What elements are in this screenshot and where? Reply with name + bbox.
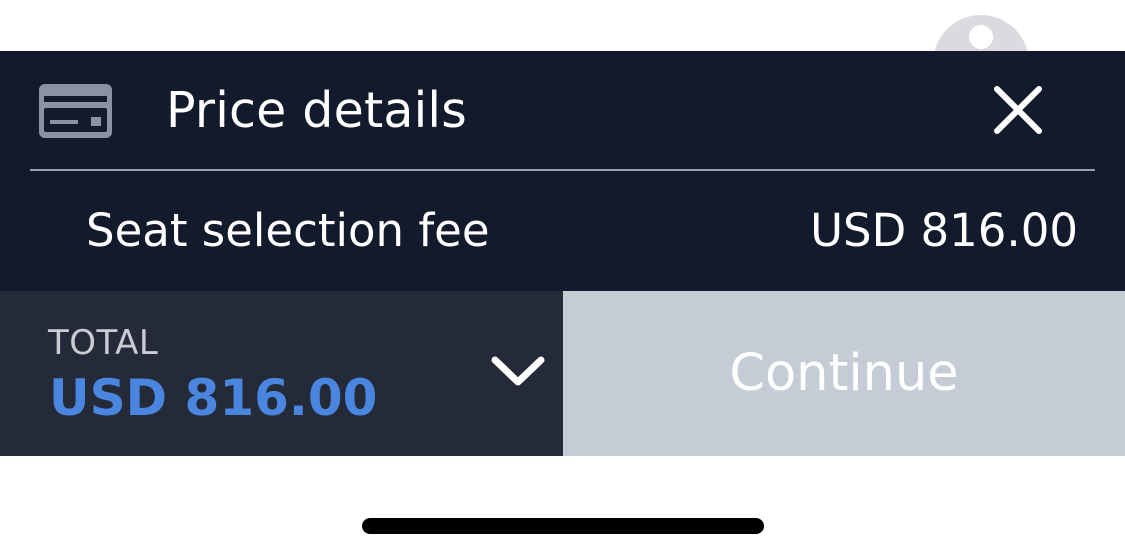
credit-card-icon xyxy=(39,84,112,138)
total-amount: USD 816.00 xyxy=(49,369,378,427)
checkout-footer: TOTAL USD 816.00 Continue xyxy=(0,291,1125,456)
close-button[interactable] xyxy=(985,77,1051,143)
home-indicator[interactable] xyxy=(362,518,764,534)
total-summary-toggle[interactable]: TOTAL USD 816.00 xyxy=(0,291,563,456)
fee-amount: USD 816.00 xyxy=(810,204,1078,257)
price-details-sheet: Price details Seat selection fee USD 816… xyxy=(0,51,1125,291)
close-icon xyxy=(994,86,1042,134)
page-title: Price details xyxy=(166,82,467,139)
avatar-head-shape xyxy=(969,25,993,49)
continue-button-label: Continue xyxy=(729,343,959,403)
fee-label: Seat selection fee xyxy=(86,204,490,257)
total-label: TOTAL xyxy=(48,323,159,363)
sheet-header: Price details xyxy=(0,51,1125,171)
fee-line-item: Seat selection fee USD 816.00 xyxy=(0,171,1125,291)
chevron-down-icon[interactable] xyxy=(489,354,547,388)
screen: Price details Seat selection fee USD 816… xyxy=(0,0,1125,557)
continue-button[interactable]: Continue xyxy=(563,291,1125,456)
